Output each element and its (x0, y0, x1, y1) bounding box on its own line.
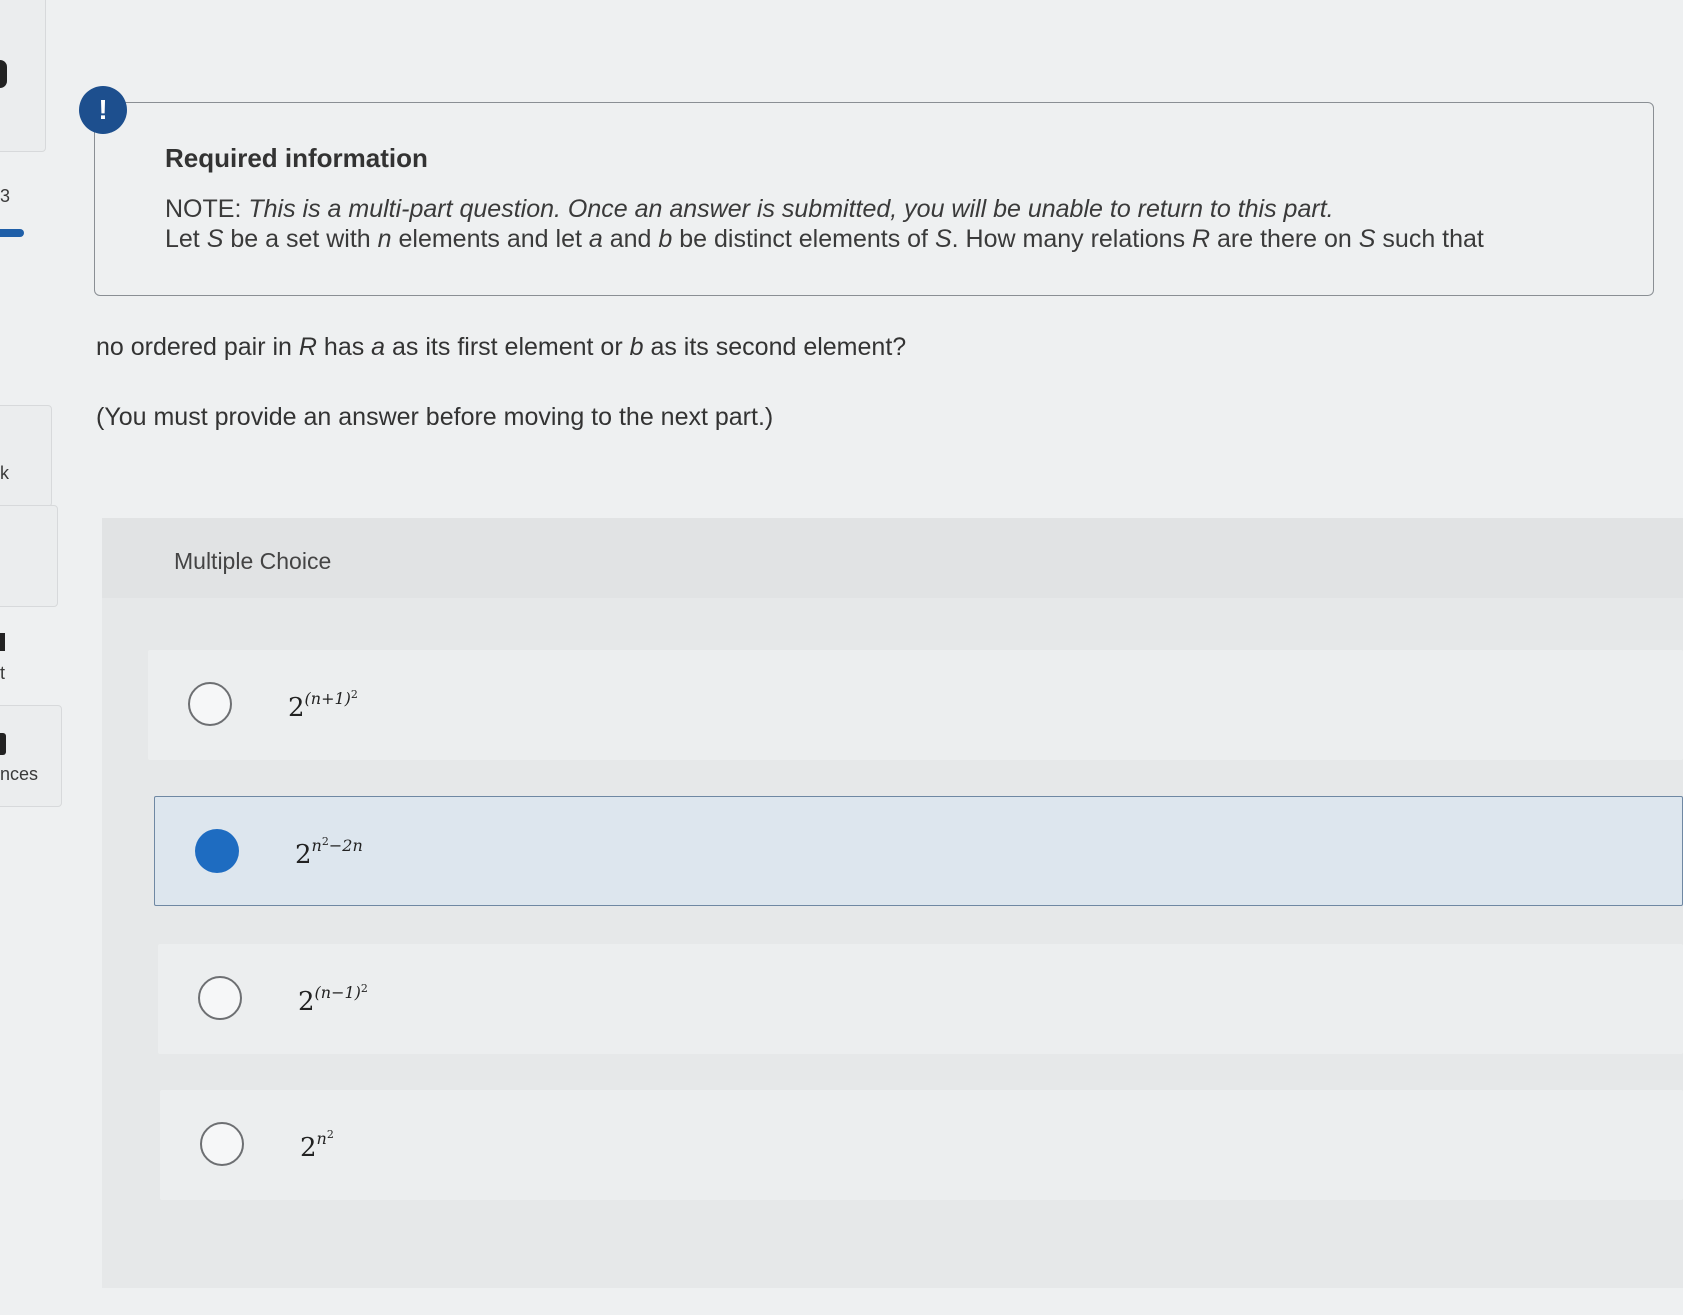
choice-option-4[interactable]: 2n2 (160, 1090, 1683, 1200)
note-prefix: NOTE: (165, 195, 249, 223)
left-sidebar: 3 k t nces (0, 0, 62, 1315)
alert-icon: ! (79, 86, 127, 134)
radio-button[interactable] (198, 976, 242, 1020)
sidebar-progress-ring-icon (0, 60, 7, 88)
choice-option-3[interactable]: 2(n−1)2 (158, 944, 1683, 1054)
question-text: no ordered pair in R has a as its first … (96, 333, 907, 361)
choice-formula: 2(n+1)2 (288, 688, 358, 723)
sidebar-icon (0, 633, 5, 651)
radio-button[interactable] (200, 1122, 244, 1166)
sidebar-item-label[interactable]: t (0, 663, 5, 684)
info-title: Required information (165, 143, 428, 173)
sidebar-item-label[interactable]: k (0, 463, 9, 484)
choice-formula: 2n2−2n (295, 835, 363, 870)
radio-button-selected[interactable] (195, 829, 239, 873)
choice-option-2[interactable]: 2n2−2n (154, 796, 1683, 906)
radio-button[interactable] (188, 682, 232, 726)
sidebar-card[interactable] (0, 505, 58, 607)
sidebar-card[interactable] (0, 405, 52, 507)
choice-formula: 2(n−1)2 (298, 982, 368, 1017)
multiple-choice-title: Multiple Choice (174, 548, 332, 574)
answer-instruction: (You must provide an answer before movin… (96, 403, 774, 431)
sidebar-icon (0, 733, 6, 755)
choice-formula: 2n2 (300, 1128, 334, 1163)
choice-option-1[interactable]: 2(n+1)2 (148, 650, 1683, 760)
note-line: NOTE: This is a multi-part question. Onc… (165, 195, 1334, 224)
note-text: This is a multi-part question. Once an a… (248, 195, 1334, 223)
multiple-choice-panel: Multiple Choice 2(n+1)2 2n2−2n 2(n−1)2 2… (102, 518, 1683, 1288)
sidebar-item-label[interactable]: nces (0, 764, 38, 785)
sidebar-item-number[interactable]: 3 (0, 186, 10, 207)
problem-statement: Let S be a set with n elements and let a… (165, 225, 1484, 253)
sidebar-active-indicator (0, 229, 24, 237)
multiple-choice-header: Multiple Choice (102, 518, 1683, 598)
sidebar-card[interactable] (0, 705, 62, 807)
required-information-box: Required information NOTE: This is a mul… (94, 102, 1654, 296)
